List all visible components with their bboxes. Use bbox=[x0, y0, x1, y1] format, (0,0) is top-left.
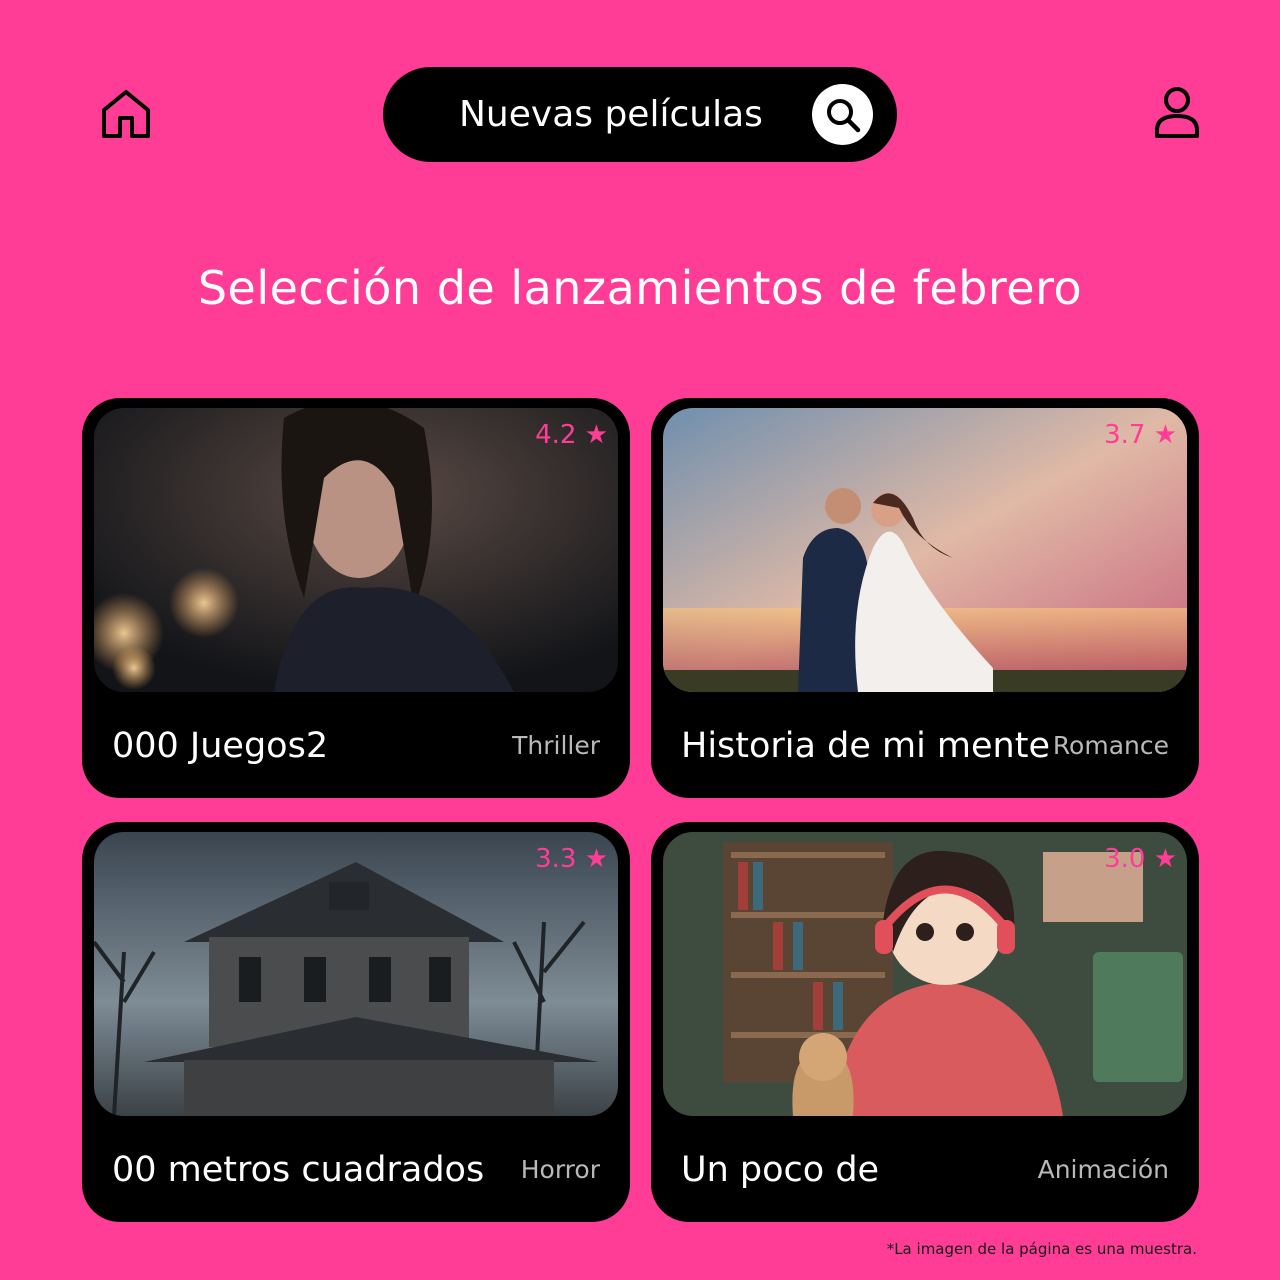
movie-card[interactable]: 3.0 ★ Un poco de Animación bbox=[651, 822, 1199, 1222]
movie-card[interactable]: 4.2 ★ 000 Juegos2 Thriller bbox=[82, 398, 630, 798]
rating-badge: 4.2 ★ bbox=[535, 420, 608, 450]
movie-genre: Thriller bbox=[512, 731, 600, 760]
home-icon bbox=[102, 90, 150, 138]
movie-genre: Romance bbox=[1052, 731, 1169, 760]
search-label: Nuevas películas bbox=[459, 94, 763, 135]
movie-title: Historia de mi mente bbox=[681, 726, 1050, 766]
movie-poster bbox=[94, 832, 618, 1116]
page-title: Selección de lanzamientos de febrero bbox=[197, 261, 1083, 315]
search-icon bbox=[826, 98, 860, 132]
user-icon bbox=[1155, 87, 1199, 138]
movie-poster bbox=[94, 408, 618, 692]
disclaimer-note: *La imagen de la página es una muestra. bbox=[886, 1240, 1197, 1258]
movie-card[interactable]: 3.3 ★ 00 metros cuadrados Horror bbox=[82, 822, 630, 1222]
rating-badge: 3.0 ★ bbox=[1104, 844, 1177, 874]
movie-poster bbox=[663, 832, 1187, 1116]
movie-genre: Animación bbox=[1037, 1155, 1169, 1184]
search-bar[interactable]: Nuevas películas bbox=[383, 67, 897, 162]
rating-badge: 3.7 ★ bbox=[1104, 420, 1177, 450]
movie-title: 00 metros cuadrados bbox=[112, 1150, 485, 1190]
home-button[interactable] bbox=[100, 88, 152, 140]
movie-genre: Horror bbox=[520, 1155, 600, 1184]
rating-badge: 3.3 ★ bbox=[535, 844, 608, 874]
movie-card[interactable]: 3.7 ★ Historia de mi mente Romance bbox=[651, 398, 1199, 798]
movie-title: 000 Juegos2 bbox=[112, 726, 329, 766]
search-button[interactable] bbox=[812, 84, 873, 145]
movie-title: Un poco de bbox=[681, 1150, 880, 1190]
movie-poster bbox=[663, 408, 1187, 692]
profile-button[interactable] bbox=[1152, 86, 1202, 140]
